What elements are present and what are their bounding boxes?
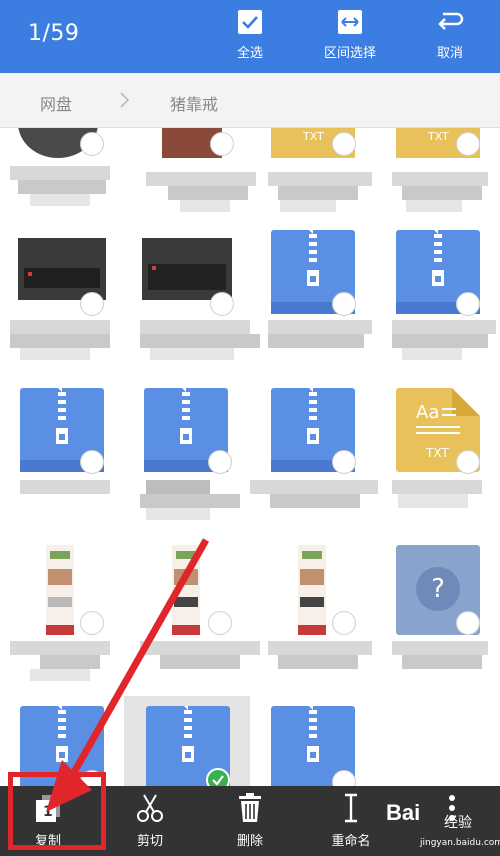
annotation-arrow (46, 538, 210, 812)
